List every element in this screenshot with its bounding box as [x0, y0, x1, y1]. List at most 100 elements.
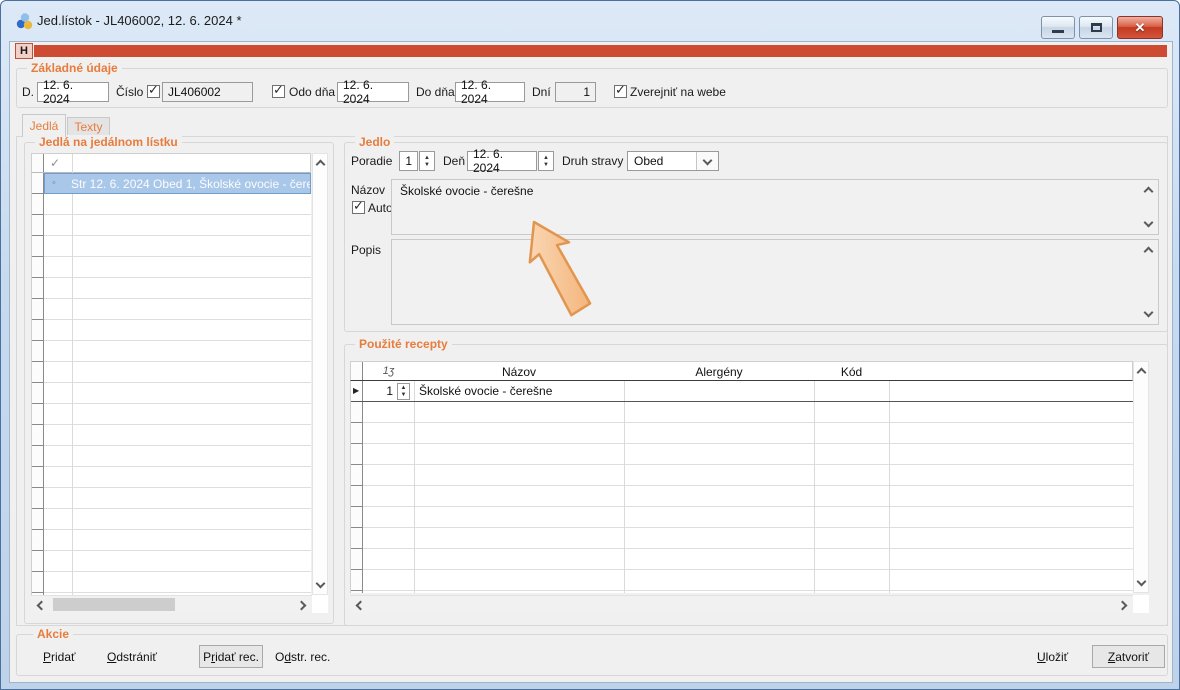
d-date-input[interactable]: 12. 6. 2024 — [37, 82, 109, 102]
combobox-value: Obed — [628, 152, 696, 170]
title-bar[interactable]: Jed.lístok - JL406002, 12. 6. 2024 * ✕ — [1, 1, 1179, 41]
spin-up-icon: ▲ — [543, 155, 549, 161]
button-label: atvoriť — [1115, 650, 1149, 664]
scroll-up-arrow[interactable] — [1134, 364, 1148, 378]
button-label: Z — [1108, 650, 1115, 664]
scroll-down-arrow[interactable] — [313, 578, 327, 592]
chevron-up-icon — [1143, 187, 1153, 197]
poradie-spinner[interactable]: ▲ ▼ — [419, 151, 435, 171]
scroll-left-arrow[interactable] — [352, 596, 366, 614]
recipes-col-kod[interactable]: Kód — [814, 362, 889, 380]
chevron-right-icon — [297, 600, 307, 610]
range-checkbox[interactable]: ✓ — [272, 85, 285, 98]
memo-scroll-down[interactable] — [1141, 218, 1155, 230]
chevron-down-icon — [1143, 308, 1153, 318]
meal-list-vscrollbar[interactable] — [312, 153, 328, 595]
meal-list-rows[interactable] — [31, 173, 311, 595]
highlight-bar — [34, 45, 1167, 57]
recipes-hscrollbar[interactable] — [350, 595, 1133, 613]
column-divider — [72, 173, 73, 595]
check-icon: ✓ — [273, 82, 284, 98]
maximize-button[interactable] — [1079, 16, 1113, 39]
scroll-right-arrow[interactable] — [1117, 596, 1131, 614]
chevron-up-icon — [1136, 368, 1146, 378]
button-label: O — [275, 650, 284, 664]
dni-label: Dní — [532, 85, 551, 99]
auto-label: Auto — [368, 201, 393, 215]
recipes-table-rows[interactable]: ▶ 1 ▲ ▼ Školské ovocie - čerešne — [350, 381, 1133, 593]
spin-down-icon: ▼ — [543, 162, 549, 168]
check-column-icon: ✓ — [50, 156, 60, 170]
auto-checkbox[interactable]: ✓ — [352, 201, 365, 214]
column-divider — [814, 381, 815, 593]
recipes-col-order[interactable]: 1ʒ — [363, 362, 414, 380]
button-label: U — [1037, 650, 1046, 664]
druh-stravy-label: Druh stravy — [562, 154, 623, 168]
tab-texty[interactable]: Texty — [67, 117, 110, 137]
close-button[interactable]: ✕ — [1117, 16, 1163, 39]
chevron-up-icon — [1143, 247, 1153, 257]
nazov-label: Názov — [351, 183, 385, 197]
hscroll-thumb[interactable] — [53, 598, 175, 611]
poradie-label: Poradie — [351, 154, 392, 168]
ulozit-button[interactable]: Uložiť — [1037, 646, 1068, 668]
scroll-left-arrow[interactable] — [33, 596, 47, 614]
chevron-down-icon — [315, 579, 325, 589]
druh-stravy-combobox[interactable]: Obed — [627, 151, 719, 171]
h-button[interactable]: H — [15, 43, 33, 59]
window-title: Jed.lístok - JL406002, 12. 6. 2024 * — [37, 13, 242, 28]
memo-scroll-up[interactable] — [1141, 244, 1155, 256]
cursor-arrow-graphic — [472, 214, 622, 364]
recipes-group: Použité recepty 1ʒ Názov Alergény Kód ▶ — [344, 344, 1168, 626]
button-label: idať rec. — [215, 650, 259, 664]
popis-label: Popis — [351, 243, 381, 257]
minimize-icon — [1052, 30, 1064, 33]
den-input[interactable]: 12. 6. 2024 — [467, 151, 537, 171]
cislo-input[interactable]: JL406002 — [162, 82, 253, 102]
recipes-col-nazov[interactable]: Názov — [414, 362, 624, 380]
recipes-row[interactable]: ▶ 1 ▲ ▼ Školské ovocie - čerešne — [351, 381, 1133, 402]
pridat-rec-button[interactable]: Pridať rec. — [199, 645, 263, 668]
combobox-dropdown-button[interactable] — [696, 152, 718, 170]
chevron-down-icon — [1143, 218, 1153, 228]
zatvorit-button[interactable]: Zatvoriť — [1092, 645, 1165, 668]
minimize-button[interactable] — [1041, 16, 1075, 39]
recipe-row-spinner[interactable]: ▲ ▼ — [397, 383, 410, 400]
nazov-memo-text: Školské ovocie - čerešne — [400, 184, 533, 198]
memo-scroll-up[interactable] — [1141, 184, 1155, 196]
recipes-col-alergeny[interactable]: Alergény — [624, 362, 814, 380]
column-divider — [414, 381, 415, 593]
app-icon — [16, 13, 33, 30]
spin-up-icon: ▲ — [424, 155, 430, 161]
chevron-up-icon — [315, 160, 325, 170]
pridat-button[interactable]: Pridať — [43, 646, 76, 668]
odstr-rec-button[interactable]: Odstr. rec. — [275, 646, 330, 668]
button-label: P — [203, 650, 211, 664]
poradie-input[interactable]: 1 — [399, 151, 418, 171]
scroll-down-arrow[interactable] — [1134, 576, 1148, 590]
odstranit-button[interactable]: Odstrániť — [107, 646, 157, 668]
meal-list-selected-row[interactable]: ◦ Str 12. 6. 2024 Obed 1, Školské ovocie… — [44, 173, 311, 194]
row-selector-icon: ▶ — [353, 386, 359, 395]
cislo-checkbox[interactable]: ✓ — [147, 85, 160, 98]
scroll-right-arrow[interactable] — [296, 596, 310, 614]
recipes-vscrollbar[interactable] — [1133, 361, 1149, 593]
odo-dna-input[interactable]: 12. 6. 2024 — [337, 82, 409, 102]
d-label: D. — [22, 85, 34, 99]
den-spinner[interactable]: ▲ ▼ — [538, 151, 554, 171]
scroll-up-arrow[interactable] — [313, 156, 327, 170]
do-dna-input[interactable]: 12. 6. 2024 — [455, 82, 525, 102]
dni-input[interactable]: 1 — [555, 82, 596, 102]
memo-scroll-down[interactable] — [1141, 308, 1155, 320]
publish-checkbox[interactable]: ✓ — [614, 85, 627, 98]
meal-list-hscrollbar[interactable] — [31, 595, 312, 613]
basic-data-group-label: Základné údaje — [27, 61, 122, 75]
actions-group-label: Akcie — [33, 627, 73, 641]
jedlo-group: Jedlo Poradie 1 ▲ ▼ Deň 12. 6. 2024 ▲ ▼ … — [344, 142, 1168, 332]
check-icon: ✓ — [353, 198, 364, 214]
chevron-left-icon — [356, 600, 366, 610]
column-divider — [889, 381, 890, 593]
tab-jedla[interactable]: Jedlá — [22, 114, 66, 137]
button-label: ložiť — [1046, 650, 1069, 664]
chevron-left-icon — [37, 600, 47, 610]
